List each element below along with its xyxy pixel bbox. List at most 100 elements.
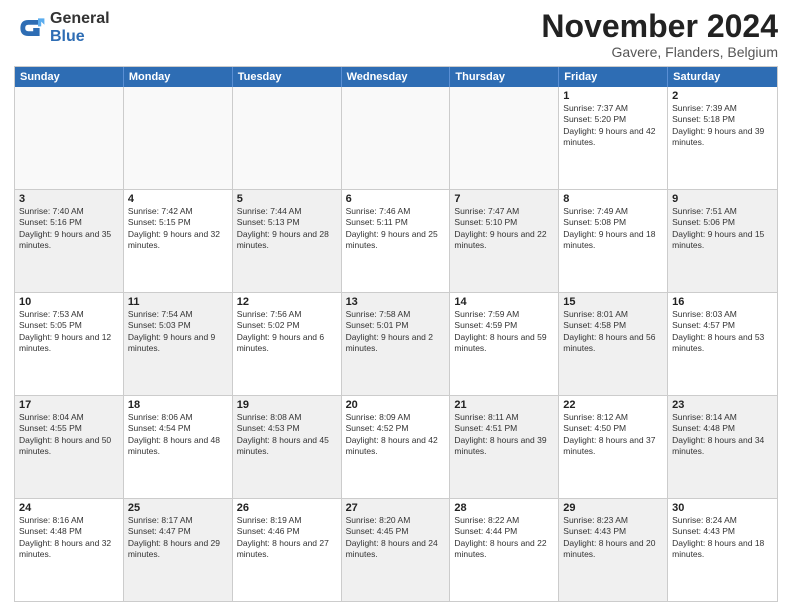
- cal-cell-3-3: 20Sunrise: 8:09 AM Sunset: 4:52 PM Dayli…: [342, 396, 451, 498]
- cal-cell-2-2: 12Sunrise: 7:56 AM Sunset: 5:02 PM Dayli…: [233, 293, 342, 395]
- cal-cell-2-1: 11Sunrise: 7:54 AM Sunset: 5:03 PM Dayli…: [124, 293, 233, 395]
- cal-cell-1-4: 7Sunrise: 7:47 AM Sunset: 5:10 PM Daylig…: [450, 190, 559, 292]
- cell-info: Sunrise: 7:39 AM Sunset: 5:18 PM Dayligh…: [672, 103, 773, 149]
- day-number: 24: [19, 502, 119, 514]
- cal-row-1: 3Sunrise: 7:40 AM Sunset: 5:16 PM Daylig…: [15, 190, 777, 293]
- logo: General Blue: [14, 10, 110, 45]
- day-number: 27: [346, 502, 446, 514]
- cal-cell-3-2: 19Sunrise: 8:08 AM Sunset: 4:53 PM Dayli…: [233, 396, 342, 498]
- day-number: 7: [454, 193, 554, 205]
- day-number: 3: [19, 193, 119, 205]
- header: General Blue November 2024 Gavere, Fland…: [14, 10, 778, 60]
- cell-info: Sunrise: 7:51 AM Sunset: 5:06 PM Dayligh…: [672, 206, 773, 252]
- cal-row-0: 1Sunrise: 7:37 AM Sunset: 5:20 PM Daylig…: [15, 87, 777, 190]
- title-block: November 2024 Gavere, Flanders, Belgium: [541, 10, 778, 60]
- day-number: 29: [563, 502, 663, 514]
- cal-cell-4-2: 26Sunrise: 8:19 AM Sunset: 4:46 PM Dayli…: [233, 499, 342, 601]
- cell-info: Sunrise: 7:46 AM Sunset: 5:11 PM Dayligh…: [346, 206, 446, 252]
- day-number: 2: [672, 90, 773, 102]
- header-tuesday: Tuesday: [233, 67, 342, 87]
- cell-info: Sunrise: 7:47 AM Sunset: 5:10 PM Dayligh…: [454, 206, 554, 252]
- cell-info: Sunrise: 7:59 AM Sunset: 4:59 PM Dayligh…: [454, 309, 554, 355]
- day-number: 28: [454, 502, 554, 514]
- cal-cell-2-6: 16Sunrise: 8:03 AM Sunset: 4:57 PM Dayli…: [668, 293, 777, 395]
- cal-cell-2-4: 14Sunrise: 7:59 AM Sunset: 4:59 PM Dayli…: [450, 293, 559, 395]
- location: Gavere, Flanders, Belgium: [541, 44, 778, 60]
- cal-cell-4-3: 27Sunrise: 8:20 AM Sunset: 4:45 PM Dayli…: [342, 499, 451, 601]
- cell-info: Sunrise: 7:56 AM Sunset: 5:02 PM Dayligh…: [237, 309, 337, 355]
- cal-row-2: 10Sunrise: 7:53 AM Sunset: 5:05 PM Dayli…: [15, 293, 777, 396]
- cal-cell-1-6: 9Sunrise: 7:51 AM Sunset: 5:06 PM Daylig…: [668, 190, 777, 292]
- cell-info: Sunrise: 8:19 AM Sunset: 4:46 PM Dayligh…: [237, 515, 337, 561]
- cal-cell-3-1: 18Sunrise: 8:06 AM Sunset: 4:54 PM Dayli…: [124, 396, 233, 498]
- header-friday: Friday: [559, 67, 668, 87]
- cell-info: Sunrise: 8:20 AM Sunset: 4:45 PM Dayligh…: [346, 515, 446, 561]
- cal-cell-3-4: 21Sunrise: 8:11 AM Sunset: 4:51 PM Dayli…: [450, 396, 559, 498]
- cell-info: Sunrise: 7:58 AM Sunset: 5:01 PM Dayligh…: [346, 309, 446, 355]
- cal-cell-0-2: [233, 87, 342, 189]
- day-number: 23: [672, 399, 773, 411]
- cal-cell-2-3: 13Sunrise: 7:58 AM Sunset: 5:01 PM Dayli…: [342, 293, 451, 395]
- cal-cell-4-4: 28Sunrise: 8:22 AM Sunset: 4:44 PM Dayli…: [450, 499, 559, 601]
- cal-cell-0-3: [342, 87, 451, 189]
- header-thursday: Thursday: [450, 67, 559, 87]
- cell-info: Sunrise: 8:03 AM Sunset: 4:57 PM Dayligh…: [672, 309, 773, 355]
- page: General Blue November 2024 Gavere, Fland…: [0, 0, 792, 612]
- cell-info: Sunrise: 7:44 AM Sunset: 5:13 PM Dayligh…: [237, 206, 337, 252]
- cal-cell-3-6: 23Sunrise: 8:14 AM Sunset: 4:48 PM Dayli…: [668, 396, 777, 498]
- header-saturday: Saturday: [668, 67, 777, 87]
- cal-cell-4-5: 29Sunrise: 8:23 AM Sunset: 4:43 PM Dayli…: [559, 499, 668, 601]
- calendar-header: Sunday Monday Tuesday Wednesday Thursday…: [15, 67, 777, 87]
- day-number: 15: [563, 296, 663, 308]
- day-number: 17: [19, 399, 119, 411]
- logo-icon: [14, 12, 46, 44]
- day-number: 26: [237, 502, 337, 514]
- logo-blue: Blue: [50, 28, 85, 45]
- day-number: 5: [237, 193, 337, 205]
- day-number: 18: [128, 399, 228, 411]
- cell-info: Sunrise: 7:49 AM Sunset: 5:08 PM Dayligh…: [563, 206, 663, 252]
- header-monday: Monday: [124, 67, 233, 87]
- day-number: 1: [563, 90, 663, 102]
- day-number: 22: [563, 399, 663, 411]
- calendar: Sunday Monday Tuesday Wednesday Thursday…: [14, 66, 778, 602]
- cell-info: Sunrise: 8:01 AM Sunset: 4:58 PM Dayligh…: [563, 309, 663, 355]
- logo-text: General Blue: [50, 10, 110, 45]
- day-number: 10: [19, 296, 119, 308]
- cell-info: Sunrise: 8:22 AM Sunset: 4:44 PM Dayligh…: [454, 515, 554, 561]
- cal-row-4: 24Sunrise: 8:16 AM Sunset: 4:48 PM Dayli…: [15, 499, 777, 601]
- calendar-body: 1Sunrise: 7:37 AM Sunset: 5:20 PM Daylig…: [15, 87, 777, 601]
- cal-cell-1-0: 3Sunrise: 7:40 AM Sunset: 5:16 PM Daylig…: [15, 190, 124, 292]
- cal-cell-0-6: 2Sunrise: 7:39 AM Sunset: 5:18 PM Daylig…: [668, 87, 777, 189]
- cell-info: Sunrise: 7:40 AM Sunset: 5:16 PM Dayligh…: [19, 206, 119, 252]
- cell-info: Sunrise: 7:53 AM Sunset: 5:05 PM Dayligh…: [19, 309, 119, 355]
- day-number: 19: [237, 399, 337, 411]
- cell-info: Sunrise: 8:24 AM Sunset: 4:43 PM Dayligh…: [672, 515, 773, 561]
- cal-cell-0-5: 1Sunrise: 7:37 AM Sunset: 5:20 PM Daylig…: [559, 87, 668, 189]
- day-number: 14: [454, 296, 554, 308]
- cell-info: Sunrise: 8:08 AM Sunset: 4:53 PM Dayligh…: [237, 412, 337, 458]
- cell-info: Sunrise: 7:54 AM Sunset: 5:03 PM Dayligh…: [128, 309, 228, 355]
- cal-cell-0-0: [15, 87, 124, 189]
- cal-cell-4-6: 30Sunrise: 8:24 AM Sunset: 4:43 PM Dayli…: [668, 499, 777, 601]
- cell-info: Sunrise: 8:12 AM Sunset: 4:50 PM Dayligh…: [563, 412, 663, 458]
- day-number: 25: [128, 502, 228, 514]
- cal-cell-1-3: 6Sunrise: 7:46 AM Sunset: 5:11 PM Daylig…: [342, 190, 451, 292]
- cal-cell-3-5: 22Sunrise: 8:12 AM Sunset: 4:50 PM Dayli…: [559, 396, 668, 498]
- day-number: 30: [672, 502, 773, 514]
- cal-cell-1-2: 5Sunrise: 7:44 AM Sunset: 5:13 PM Daylig…: [233, 190, 342, 292]
- day-number: 6: [346, 193, 446, 205]
- cell-info: Sunrise: 8:06 AM Sunset: 4:54 PM Dayligh…: [128, 412, 228, 458]
- day-number: 4: [128, 193, 228, 205]
- day-number: 11: [128, 296, 228, 308]
- cal-row-3: 17Sunrise: 8:04 AM Sunset: 4:55 PM Dayli…: [15, 396, 777, 499]
- cal-cell-0-4: [450, 87, 559, 189]
- cell-info: Sunrise: 8:17 AM Sunset: 4:47 PM Dayligh…: [128, 515, 228, 561]
- cal-cell-2-0: 10Sunrise: 7:53 AM Sunset: 5:05 PM Dayli…: [15, 293, 124, 395]
- cell-info: Sunrise: 8:04 AM Sunset: 4:55 PM Dayligh…: [19, 412, 119, 458]
- cell-info: Sunrise: 7:37 AM Sunset: 5:20 PM Dayligh…: [563, 103, 663, 149]
- logo-general: General: [50, 10, 110, 27]
- cal-cell-2-5: 15Sunrise: 8:01 AM Sunset: 4:58 PM Dayli…: [559, 293, 668, 395]
- cell-info: Sunrise: 8:09 AM Sunset: 4:52 PM Dayligh…: [346, 412, 446, 458]
- cal-cell-3-0: 17Sunrise: 8:04 AM Sunset: 4:55 PM Dayli…: [15, 396, 124, 498]
